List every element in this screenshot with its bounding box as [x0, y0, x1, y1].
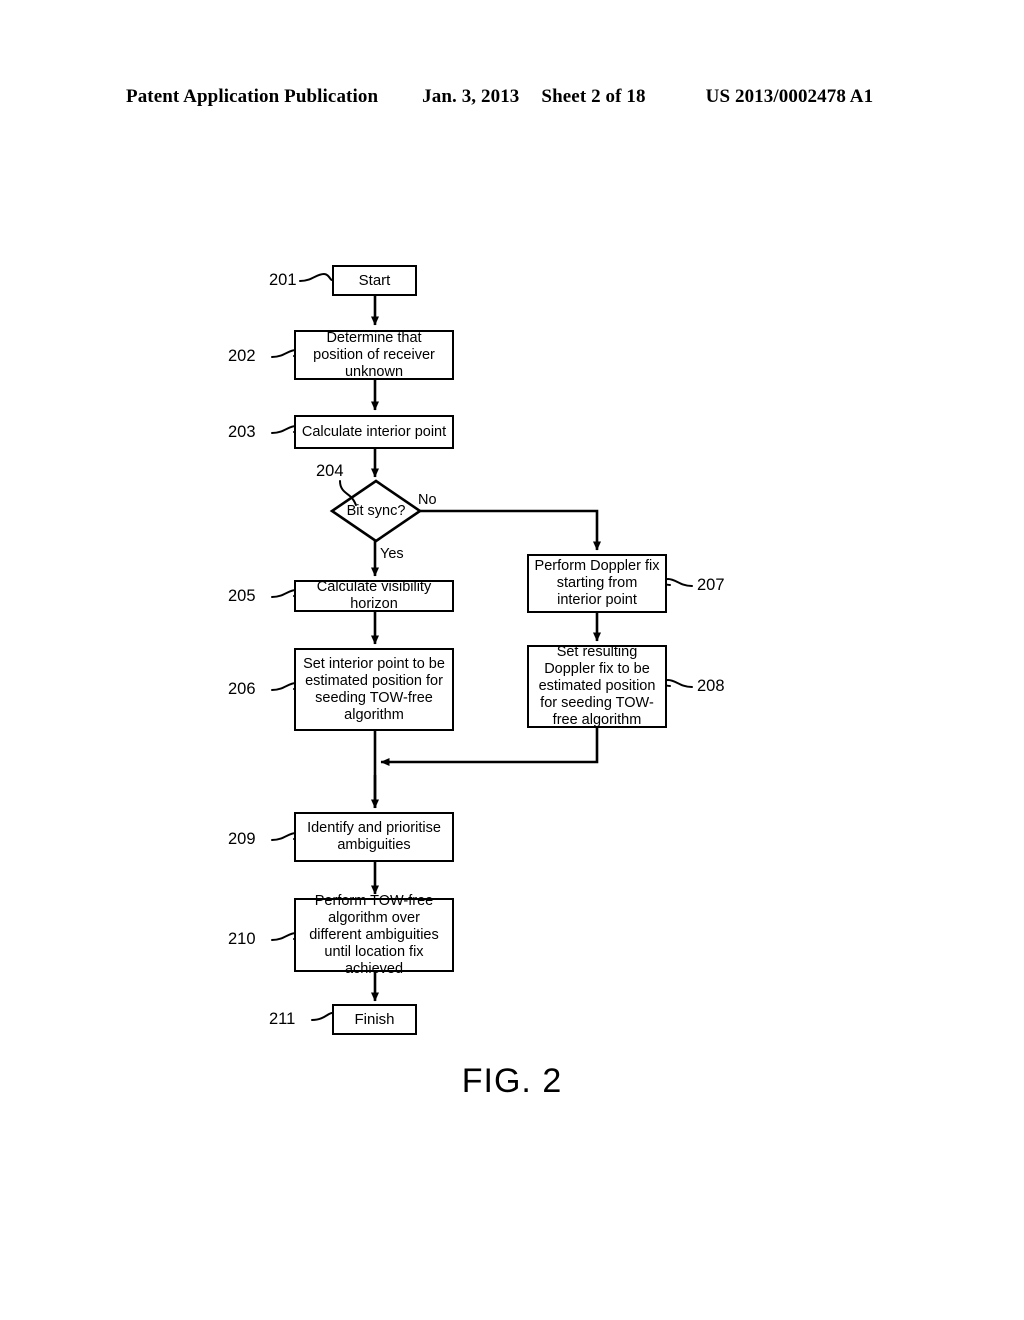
flow-node-calculate-interior-point-label: Calculate interior point [301, 423, 447, 440]
ref-numeral-207: 207 [697, 576, 725, 594]
flow-node-perform-doppler-fix-label: Perform Doppler fix starting from interi… [534, 558, 660, 608]
branch-label-yes: Yes [380, 546, 404, 562]
flow-node-bit-sync-decision[interactable]: Bit sync? [332, 481, 420, 541]
flow-node-start-label: Start [358, 272, 391, 289]
ref-numeral-206: 206 [228, 680, 256, 698]
flow-node-finish[interactable]: Finish [332, 1004, 417, 1035]
branch-label-no: No [418, 492, 437, 508]
flow-node-set-doppler-fix-label: Set resulting Doppler fix to be estimate… [538, 644, 656, 728]
flow-node-perform-tow-free-algorithm[interactable]: Perform TOW-free algorithm over differen… [294, 893, 454, 977]
flow-node-finish-label: Finish [354, 1011, 395, 1028]
flow-node-determine-position-label: Determine that position of receiver unkn… [313, 329, 435, 380]
connector-208-merge [380, 728, 599, 766]
ref-numeral-205: 205 [228, 587, 256, 605]
flow-node-determine-position[interactable]: Determine that position of receiver unkn… [294, 330, 454, 380]
ref-numeral-209: 209 [228, 830, 256, 848]
flow-node-perform-doppler-fix[interactable]: Perform Doppler fix starting from interi… [527, 554, 667, 613]
flow-node-calculate-visibility-horizon-label: Calculate visibility horizon [316, 579, 432, 612]
flow-node-perform-tow-free-algorithm-label: Perform TOW-free algorithm over differen… [309, 892, 439, 977]
ref-numeral-211: 211 [269, 1010, 296, 1028]
leader-211 [311, 1012, 333, 1021]
ref-numeral-203: 203 [228, 423, 256, 441]
flowchart-connectors [271, 272, 693, 1021]
leader-208 [663, 678, 693, 688]
ref-numeral-201: 201 [269, 271, 297, 289]
ref-numeral-208: 208 [697, 677, 725, 695]
flow-node-set-doppler-fix[interactable]: Set resulting Doppler fix to be estimate… [527, 644, 667, 728]
connector-204-207-no [420, 509, 601, 551]
figure-canvas: Start Determine that position of receive… [0, 0, 1024, 1320]
flow-node-identify-prioritise-ambiguities[interactable]: Identify and prioritise ambiguities [294, 812, 454, 862]
flow-node-start[interactable]: Start [332, 265, 417, 296]
flow-node-identify-prioritise-ambiguities-label: Identify and prioritise ambiguities [307, 820, 441, 853]
flow-node-calculate-visibility-horizon[interactable]: Calculate visibility horizon [294, 579, 454, 612]
flow-node-set-interior-point-label: Set interior point to be estimated posit… [303, 655, 445, 723]
flow-node-set-interior-point[interactable]: Set interior point to be estimated posit… [294, 648, 454, 731]
ref-numeral-210: 210 [228, 930, 256, 948]
leader-207 [663, 577, 693, 587]
flow-node-calculate-interior-point[interactable]: Calculate interior point [294, 415, 454, 449]
leader-201 [299, 272, 333, 282]
flow-node-bit-sync-decision-label: Bit sync? [346, 503, 406, 519]
ref-numeral-204: 204 [316, 462, 344, 480]
ref-numeral-202: 202 [228, 347, 256, 365]
figure-caption: FIG. 2 [461, 1062, 563, 1100]
